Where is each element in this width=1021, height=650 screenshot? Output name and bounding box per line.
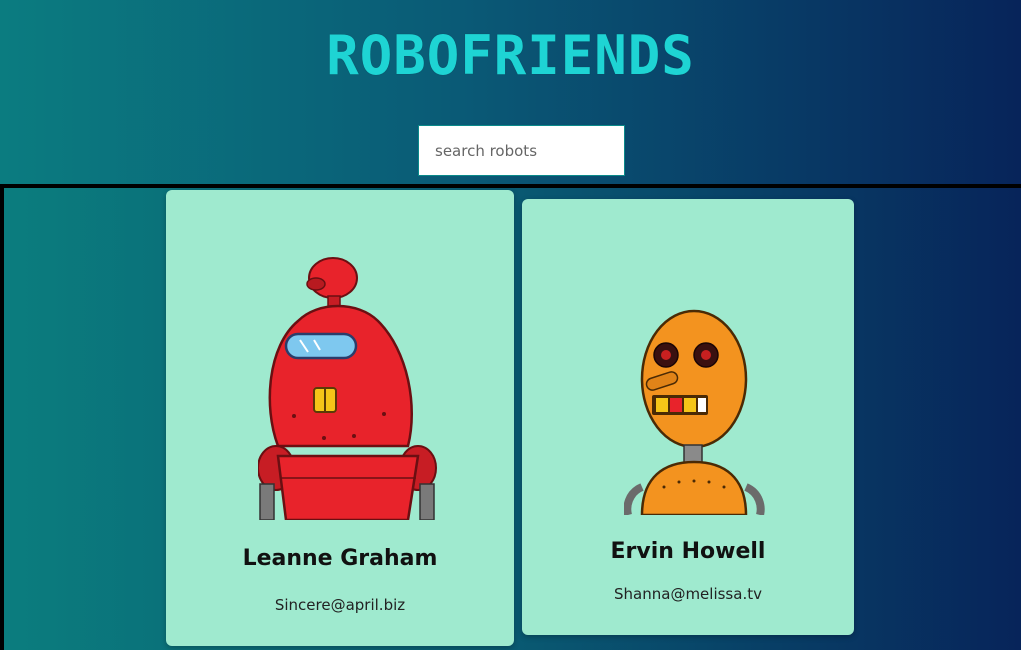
search-input[interactable] bbox=[418, 125, 625, 176]
robot-avatar-image bbox=[258, 257, 437, 520]
robot-card-list[interactable]: Leanne Graham Sincere@april.biz Ervin Ho… bbox=[0, 184, 1021, 650]
robot-name: Leanne Graham bbox=[242, 546, 438, 571]
robot-email: Shanna@melissa.tv bbox=[614, 585, 762, 603]
robot-card[interactable]: Leanne Graham Sincere@april.biz bbox=[166, 190, 514, 646]
robot-email: Sincere@april.biz bbox=[274, 596, 406, 614]
app-title: ROBOFRIENDS bbox=[326, 24, 695, 87]
robot-avatar-image bbox=[624, 309, 765, 515]
robot-name: Ervin Howell bbox=[610, 539, 766, 564]
robot-card[interactable]: Ervin Howell Shanna@melissa.tv bbox=[522, 199, 854, 635]
